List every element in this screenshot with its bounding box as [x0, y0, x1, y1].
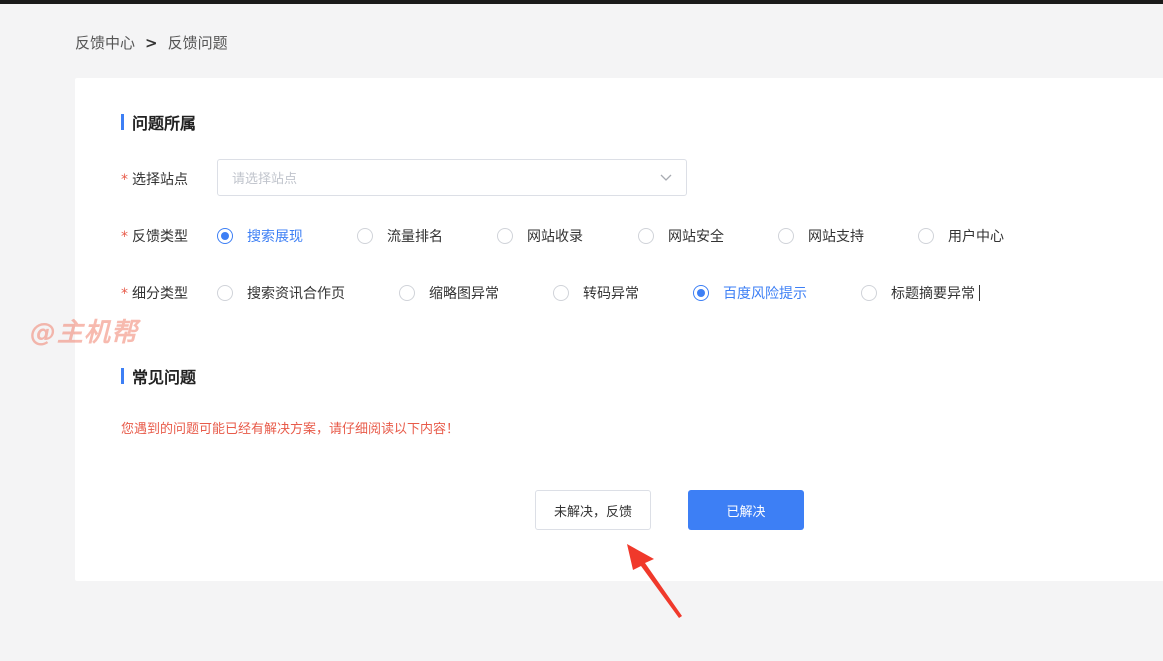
chevron-down-icon	[660, 174, 672, 181]
section-title-problem-belong: 问题所属	[121, 110, 196, 134]
site-label: * 选择站点	[121, 169, 217, 189]
section-title-text: 常见问题	[132, 368, 197, 387]
radio-label: 流量排名	[387, 229, 443, 245]
radio-circle	[217, 285, 233, 301]
radio-circle	[861, 285, 877, 301]
radio-circle	[357, 228, 373, 244]
radio-thumbnail-error[interactable]: 缩略图异常	[399, 283, 553, 303]
sub-type-row: * 细分类型	[121, 283, 217, 303]
radio-circle	[217, 228, 233, 244]
radio-baidu-risk-warning[interactable]: 百度风险提示	[693, 283, 861, 303]
radio-circle	[638, 228, 654, 244]
sub-type-radio-group: 搜索资讯合作页 缩略图异常 转码异常 百度风险提示 标题摘要异常	[217, 283, 980, 303]
section-accent-bar	[121, 368, 124, 384]
breadcrumb: 反馈中心 > 反馈问题	[75, 32, 228, 53]
breadcrumb-separator: >	[145, 33, 158, 52]
site-select-placeholder: 请选择站点	[232, 172, 298, 187]
site-label-text: 选择站点	[132, 172, 188, 188]
required-mark: *	[121, 229, 128, 245]
radio-label: 网站收录	[527, 229, 583, 245]
radio-circle	[693, 285, 709, 301]
radio-circle	[778, 228, 794, 244]
faq-notice: 您遇到的问题可能已经有解决方案，请仔细阅读以下内容！	[121, 422, 460, 437]
feedback-type-radio-group: 搜索展现 流量排名 网站收录 网站安全 网站支持 用户中心	[217, 226, 1004, 246]
radio-label: 百度风险提示	[723, 286, 807, 302]
radio-site-security[interactable]: 网站安全	[638, 226, 778, 246]
breadcrumb-current: 反馈问题	[167, 34, 228, 52]
radio-traffic-ranking[interactable]: 流量排名	[357, 226, 497, 246]
radio-label: 网站安全	[668, 229, 724, 245]
radio-label: 转码异常	[583, 286, 639, 302]
resolved-button[interactable]: 已解决	[688, 490, 804, 530]
watermark: @主机帮	[30, 318, 139, 348]
feedback-form-card: 问题所属 * 选择站点 请选择站点 * 反馈类型 搜索展现 流量排名 网站收录 网站…	[75, 78, 1163, 581]
required-mark: *	[121, 172, 128, 188]
radio-title-summary-error[interactable]: 标题摘要异常	[861, 283, 980, 303]
radio-user-center[interactable]: 用户中心	[918, 226, 1004, 246]
radio-label: 标题摘要异常	[891, 286, 975, 302]
radio-label: 缩略图异常	[429, 286, 499, 302]
radio-circle	[553, 285, 569, 301]
feedback-type-label: * 反馈类型	[121, 226, 217, 246]
unresolved-feedback-button[interactable]: 未解决，反馈	[535, 490, 651, 530]
site-row: * 选择站点	[121, 169, 217, 189]
radio-label: 搜索资讯合作页	[247, 286, 345, 302]
radio-transcode-error[interactable]: 转码异常	[553, 283, 693, 303]
radio-site-support[interactable]: 网站支持	[778, 226, 918, 246]
radio-circle	[497, 228, 513, 244]
text-cursor	[979, 285, 980, 301]
radio-label: 网站支持	[808, 229, 864, 245]
top-bar	[0, 0, 1163, 4]
section-title-faq: 常见问题	[121, 364, 196, 388]
radio-label: 用户中心	[948, 229, 1004, 245]
radio-site-indexing[interactable]: 网站收录	[497, 226, 638, 246]
feedback-type-row: * 反馈类型	[121, 226, 217, 246]
radio-circle	[399, 285, 415, 301]
site-select[interactable]: 请选择站点	[217, 159, 687, 196]
radio-search-news-partner[interactable]: 搜索资讯合作页	[217, 283, 399, 303]
sub-type-label: * 细分类型	[121, 283, 217, 303]
radio-circle	[918, 228, 934, 244]
red-arrow-annotation	[627, 544, 682, 618]
feedback-type-label-text: 反馈类型	[132, 229, 188, 245]
breadcrumb-root[interactable]: 反馈中心	[75, 32, 135, 53]
required-mark: *	[121, 286, 128, 302]
radio-label: 搜索展现	[247, 229, 303, 245]
section-accent-bar	[121, 114, 124, 130]
sub-type-label-text: 细分类型	[132, 286, 188, 302]
section-title-text: 问题所属	[132, 114, 197, 133]
radio-search-display[interactable]: 搜索展现	[217, 226, 357, 246]
